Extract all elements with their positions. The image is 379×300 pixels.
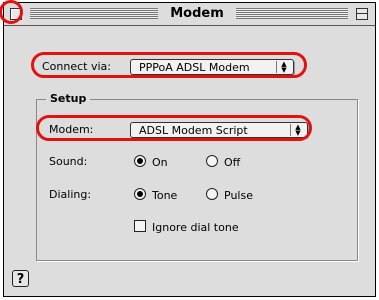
dialing-pulse-label: Pulse: [224, 189, 253, 202]
ignore-dial-tone-checkbox[interactable]: [134, 220, 146, 232]
title-bar[interactable]: Modem: [4, 3, 375, 26]
dialing-tone-radio[interactable]: [134, 188, 146, 200]
title-stripes-right: [236, 8, 348, 19]
connect-via-popup[interactable]: PPPoA ADSL Modem ▲ ▼: [130, 59, 294, 75]
sound-on-label: On: [152, 156, 168, 169]
connect-via-value: PPPoA ADSL Modem: [139, 61, 250, 74]
sound-on-radio[interactable]: [134, 155, 146, 167]
sound-label: Sound:: [49, 155, 88, 168]
dialing-label: Dialing:: [49, 188, 92, 201]
help-button[interactable]: ?: [12, 270, 29, 287]
help-icon: ?: [16, 272, 25, 287]
dialing-pulse-radio[interactable]: [206, 188, 218, 200]
title-stripes-left: [30, 8, 158, 19]
modem-label: Modem:: [49, 123, 94, 136]
popup-arrows-icon: ▲ ▼: [276, 61, 291, 74]
collapse-box[interactable]: [356, 8, 368, 20]
dialing-tone-label: Tone: [152, 189, 178, 202]
connect-via-label: Connect via:: [42, 60, 111, 73]
ignore-dial-tone-label: Ignore dial tone: [152, 221, 239, 234]
close-box[interactable]: [10, 8, 22, 20]
setup-group-title: Setup: [46, 92, 91, 105]
popup-arrows-icon: ▲ ▼: [290, 124, 305, 137]
modem-window: Modem Connect via: PPPoA ADSL Modem ▲ ▼ S…: [3, 2, 376, 297]
window-title: Modem: [158, 6, 236, 21]
modem-script-value: ADSL Modem Script: [139, 124, 248, 137]
sound-off-radio[interactable]: [206, 155, 218, 167]
sound-off-label: Off: [224, 156, 241, 169]
modem-script-popup[interactable]: ADSL Modem Script ▲ ▼: [130, 122, 308, 138]
